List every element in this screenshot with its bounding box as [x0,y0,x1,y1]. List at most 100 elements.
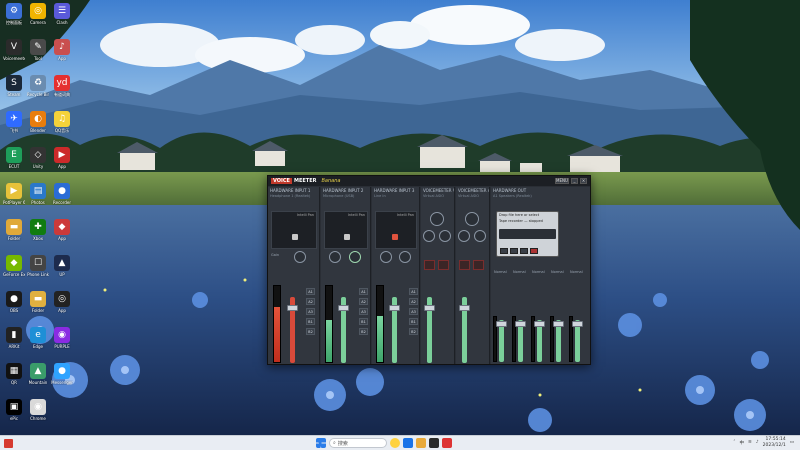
bass-knob[interactable] [439,230,451,242]
out-fader-handle[interactable] [496,321,507,327]
hardware-out-name[interactable]: HARDWARE OUT [491,187,590,194]
chrome-icon[interactable] [390,438,400,448]
desktop-icon[interactable]: ● OBS [3,291,25,313]
mute-button[interactable] [424,260,435,270]
desktop-icon[interactable]: ◎ App [51,291,73,313]
out-mode-label[interactable]: Normal [494,270,507,274]
ime-indicator[interactable]: 中 [740,440,745,446]
gain-knob[interactable] [380,251,392,263]
desktop-icon[interactable]: ▲ UP [51,255,73,277]
bus-assign-button[interactable]: B2 [359,328,368,335]
bus-assign-button[interactable]: A2 [359,298,368,305]
notification-icon[interactable]: ▭ [790,440,794,445]
bus-assign-button[interactable]: B2 [409,328,418,335]
input2-fader-handle[interactable] [338,305,349,311]
file-explorer-icon[interactable] [416,438,426,448]
strip-name[interactable]: HARDWARE INPUT 1 [268,187,319,194]
strip-device[interactable]: Virtual ASIO [421,194,454,198]
out-fader-handle[interactable] [572,321,583,327]
solo-button[interactable] [438,260,449,270]
desktop-icon[interactable]: ◇ Unity [27,147,49,169]
bus-assign-button[interactable]: A1 [409,288,418,295]
out-mode-label[interactable]: Normal [532,270,545,274]
search-box[interactable]: ⌕ 搜索 [329,438,387,448]
bus-assign-button[interactable]: B1 [306,318,315,325]
rewind-button[interactable] [500,248,508,254]
solo-button[interactable] [473,260,484,270]
desktop-icon[interactable]: ▦ QR [3,363,25,385]
record-button[interactable] [530,248,538,254]
start-icon[interactable] [316,438,326,448]
bus-assign-button[interactable]: A3 [359,308,368,315]
desktop-icon[interactable]: ☰ Clash [51,3,73,25]
bus-assign-button[interactable]: A1 [359,288,368,295]
desktop-icon[interactable]: ♪ App [51,39,73,61]
desktop-icon[interactable]: ◉ Chrome [27,399,49,421]
treble-knob[interactable] [465,212,479,226]
out-mode-label[interactable]: Normal [551,270,564,274]
desktop-icon[interactable]: ◆ App [51,219,73,241]
desktop-icon[interactable]: ☐ Phone Link [27,255,49,277]
bus-assign-button[interactable]: B2 [306,328,315,335]
mute-button[interactable] [459,260,470,270]
desktop-icon[interactable]: ▬ Folder [3,219,25,241]
desktop-icon[interactable]: ● Recorder [51,183,73,205]
bus-assign-button[interactable]: A3 [306,308,315,315]
out-mode-label[interactable]: Normal [513,270,526,274]
desktop-icon[interactable]: S Steam [3,75,25,97]
bus-assign-button[interactable]: A3 [409,308,418,315]
out-fader-handle[interactable] [553,321,564,327]
strip-name[interactable]: HARDWARE INPUT 2 [321,187,370,194]
bass-knob[interactable] [474,230,486,242]
desktop-icon[interactable]: VVoicemeeter Potato [3,39,25,61]
treble-knob[interactable] [430,212,444,226]
desktop-icon[interactable]: ◎ Camera [27,3,49,25]
desktop-icon[interactable]: ⚙ 控制面板 [3,3,25,25]
desktop-icon[interactable]: ▮ ARKit [3,327,25,349]
wifi-icon[interactable]: ≋ [748,440,752,445]
voicemeeter-taskbar-icon[interactable] [442,438,452,448]
menu-button[interactable]: MENU [555,178,569,184]
mid-knob[interactable] [423,230,435,242]
pan-position-dot[interactable] [292,234,298,240]
bus-assign-button[interactable]: A2 [409,298,418,305]
desktop-icon[interactable]: yd 有道词典 [51,75,73,97]
desktop-icon[interactable]: ▶PotPlayer 64bit [3,183,25,205]
stop-button[interactable] [520,248,528,254]
desktop-icon[interactable]: ▤ Photos [27,183,49,205]
input3-fader-handle[interactable] [389,305,400,311]
pan-position-dot[interactable] [392,234,398,240]
bus-assign-button[interactable]: B1 [359,318,368,325]
desktop-icon[interactable]: ▬ Folder [27,291,49,313]
desktop-icon[interactable]: ♻ Recycle Bin [27,75,49,97]
virtual1-fader-handle[interactable] [424,305,435,311]
tray-chevron-icon[interactable]: ˄ [733,440,735,445]
intellipan-panel-1[interactable]: Intelli Pan [271,211,317,249]
gain-knob[interactable] [329,251,341,263]
terminal-icon[interactable] [429,438,439,448]
strip-device[interactable]: Virtual ASIO [456,194,489,198]
play-button[interactable] [510,248,518,254]
desktop-icon[interactable]: ◆GeForce Experience [3,255,25,277]
voicemeeter-window[interactable]: VOICE MEETER Banana MENU _ × HARDWARE IN… [267,175,591,365]
close-button[interactable]: × [580,178,587,184]
out-mode-label[interactable]: Normal [570,270,583,274]
strip-device[interactable]: Line In [372,194,419,198]
comp-knob[interactable] [294,251,306,263]
desktop-icon[interactable]: ✈ 飞书 [3,111,25,133]
comp-knob[interactable] [399,251,411,263]
pan-position-dot[interactable] [344,234,350,240]
desktop-icon[interactable]: ● Messenger [51,363,73,385]
edge-icon[interactable] [403,438,413,448]
mid-knob[interactable] [458,230,470,242]
tape-recorder-panel[interactable]: Drop file here or select Tape recorder —… [496,211,559,257]
volume-icon[interactable]: ♪ [756,440,759,445]
desktop-icon[interactable]: ♫ QQ音乐 [51,111,73,133]
voicemeeter-title-bar[interactable]: VOICE MEETER Banana MENU _ × [268,176,590,186]
strip-device[interactable]: Microphone (USB) [321,194,370,198]
intellipan-panel-2[interactable]: Intelli Pan [324,211,368,249]
intellipan-panel-3[interactable]: Intelli Pan [375,211,417,249]
desktop-icon[interactable]: ✎ Tool [27,39,49,61]
desktop-icon[interactable]: E ECUT [3,147,25,169]
tape-position-bar[interactable] [499,229,556,239]
